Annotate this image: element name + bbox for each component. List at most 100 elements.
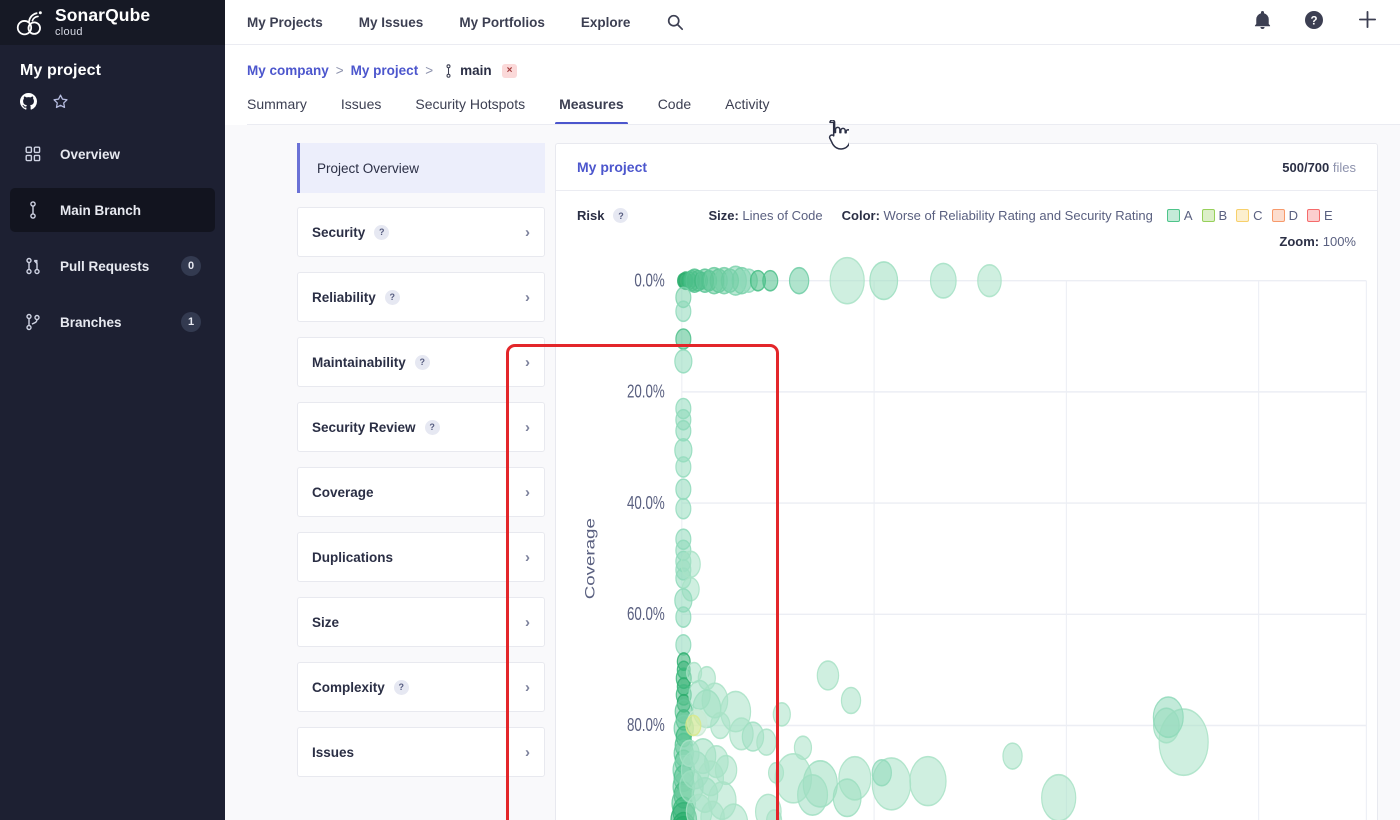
legend-color-key: Color:	[842, 208, 880, 223]
breadcrumb-project[interactable]: My project	[351, 63, 419, 78]
topnav-link-my-portfolios[interactable]: My Portfolios	[459, 15, 545, 30]
tab-code[interactable]: Code	[658, 92, 691, 125]
rating-label: C	[1253, 208, 1262, 223]
topnav-link-my-projects[interactable]: My Projects	[247, 15, 323, 30]
measures-item-label: Maintainability	[312, 355, 406, 370]
chart-legend: Risk ? Size: Lines of Code Color: Worse …	[556, 191, 1377, 223]
project-tabs: Summary Issues Security Hotspots Measure…	[247, 92, 1378, 125]
sidebar-item-pull-requests[interactable]: Pull Requests 0	[10, 244, 215, 288]
help-icon[interactable]: ?	[415, 355, 430, 370]
branch-main-icon	[24, 201, 42, 219]
svg-text:20.0%: 20.0%	[627, 383, 665, 402]
measures-content: Project Overview Security ? › Reliabilit…	[225, 125, 1400, 820]
zoom-key: Zoom:	[1279, 234, 1319, 249]
help-icon[interactable]: ?	[394, 680, 409, 695]
legend-size: Size: Lines of Code	[708, 208, 822, 223]
rating-swatch-b	[1202, 209, 1215, 222]
brand-sub: cloud	[55, 27, 150, 38]
brand-name: SonarQube	[55, 7, 150, 25]
measures-item-reliability[interactable]: Reliability ? ›	[297, 272, 545, 322]
risk-label-group: Risk ?	[577, 208, 628, 223]
rating-label: A	[1184, 208, 1193, 223]
legend-rating-e: E	[1307, 208, 1333, 223]
breadcrumb-org[interactable]: My company	[247, 63, 329, 78]
legend-rating-a: A	[1167, 208, 1193, 223]
measures-item-issues[interactable]: Issues ›	[297, 727, 545, 777]
help-icon[interactable]: ?	[385, 290, 400, 305]
files-count-value: 500/700	[1282, 160, 1329, 175]
svg-text:Coverage: Coverage	[583, 518, 598, 599]
measures-item-coverage[interactable]: Coverage ›	[297, 467, 545, 517]
svg-text:40.0%: 40.0%	[627, 494, 665, 513]
topnav-link-my-issues[interactable]: My Issues	[359, 15, 424, 30]
measures-item-label: Size	[312, 615, 339, 630]
chart-project-link[interactable]: My project	[577, 159, 647, 175]
tab-measures[interactable]: Measures	[559, 92, 624, 125]
tab-security-hotspots[interactable]: Security Hotspots	[415, 92, 525, 125]
sidebar-item-overview[interactable]: Overview	[10, 132, 215, 176]
risk-label: Risk	[577, 208, 604, 223]
measures-item-security[interactable]: Security ? ›	[297, 207, 545, 257]
brand-logo[interactable]: SonarQube cloud	[0, 0, 225, 45]
help-icon[interactable]: ?	[613, 208, 628, 223]
risk-scatter-plot[interactable]: 0.0%20.0%40.0%60.0%80.0%050min1h 40min2h…	[556, 249, 1377, 820]
legend-color-value: Worse of Reliability Rating and Security…	[880, 208, 1153, 223]
tab-summary[interactable]: Summary	[247, 92, 307, 125]
scatter-plot-wrap[interactable]: 0.0%20.0%40.0%60.0%80.0%050min1h 40min2h…	[556, 249, 1377, 820]
notification-bell-icon[interactable]	[1254, 10, 1271, 34]
sidebar-project-title: My project	[20, 62, 207, 80]
tab-issues[interactable]: Issues	[341, 92, 381, 125]
sidebar-badge-branches: 1	[181, 312, 201, 332]
branch-small-icon	[444, 64, 453, 78]
rating-swatch-a	[1167, 209, 1180, 222]
breadcrumb-separator: >	[425, 63, 433, 78]
zoom-value: 100%	[1319, 234, 1356, 249]
help-circle-icon[interactable]: ?	[1304, 10, 1324, 35]
sidebar-project-block: My project	[0, 45, 225, 110]
rating-label: B	[1219, 208, 1228, 223]
svg-text:0.0%: 0.0%	[634, 272, 664, 291]
help-icon[interactable]: ?	[374, 225, 389, 240]
legend-rating-d: D	[1272, 208, 1298, 223]
measures-item-security-review[interactable]: Security Review ? ›	[297, 402, 545, 452]
help-icon[interactable]: ?	[425, 420, 440, 435]
measures-item-duplications[interactable]: Duplications ›	[297, 532, 545, 582]
legend-size-key: Size:	[708, 208, 738, 223]
chevron-right-icon: ›	[525, 680, 530, 695]
sidebar-item-branches[interactable]: Branches 1	[10, 300, 215, 344]
sidebar-item-main-branch[interactable]: Main Branch	[10, 188, 215, 232]
chevron-right-icon: ›	[525, 745, 530, 760]
topnav-link-explore[interactable]: Explore	[581, 15, 631, 30]
measures-item-label: Security	[312, 225, 365, 240]
branch-status-badge: ×	[502, 64, 518, 78]
files-count: 500/700 files	[1282, 160, 1356, 175]
svg-text:?: ?	[1310, 15, 1317, 27]
sidebar-item-label: Main Branch	[60, 203, 141, 218]
sidebar-badge-pull-requests: 0	[181, 256, 201, 276]
favorite-star-icon[interactable]	[52, 93, 69, 110]
grid-icon	[24, 146, 42, 162]
measures-item-complexity[interactable]: Complexity ? ›	[297, 662, 545, 712]
legend-rating-b: B	[1202, 208, 1228, 223]
chevron-right-icon: ›	[525, 290, 530, 305]
measures-item-project-overview[interactable]: Project Overview	[297, 143, 545, 193]
sidebar: SonarQube cloud My project	[0, 0, 225, 820]
github-icon[interactable]	[20, 93, 37, 110]
rating-swatch-d	[1272, 209, 1285, 222]
main-area: My Projects My Issues My Portfolios Expl…	[225, 0, 1400, 820]
chart-column: My project 500/700 files Risk ? Size: Li…	[555, 125, 1400, 820]
measures-item-label: Complexity	[312, 680, 385, 695]
breadcrumb: My company > My project > main ×	[247, 45, 1378, 78]
branch-icon	[24, 313, 42, 331]
tab-activity[interactable]: Activity	[725, 92, 769, 125]
measures-item-maintainability[interactable]: Maintainability ? ›	[297, 337, 545, 387]
measures-item-size[interactable]: Size ›	[297, 597, 545, 647]
breadcrumb-branch[interactable]: main	[460, 63, 492, 78]
project-subheader: My company > My project > main × Summary…	[225, 45, 1400, 125]
pull-request-icon	[24, 257, 42, 275]
files-count-suffix: files	[1329, 160, 1356, 175]
measures-item-label: Duplications	[312, 550, 393, 565]
search-icon[interactable]	[666, 13, 684, 31]
plus-icon[interactable]	[1357, 9, 1378, 35]
measures-item-label: Reliability	[312, 290, 376, 305]
